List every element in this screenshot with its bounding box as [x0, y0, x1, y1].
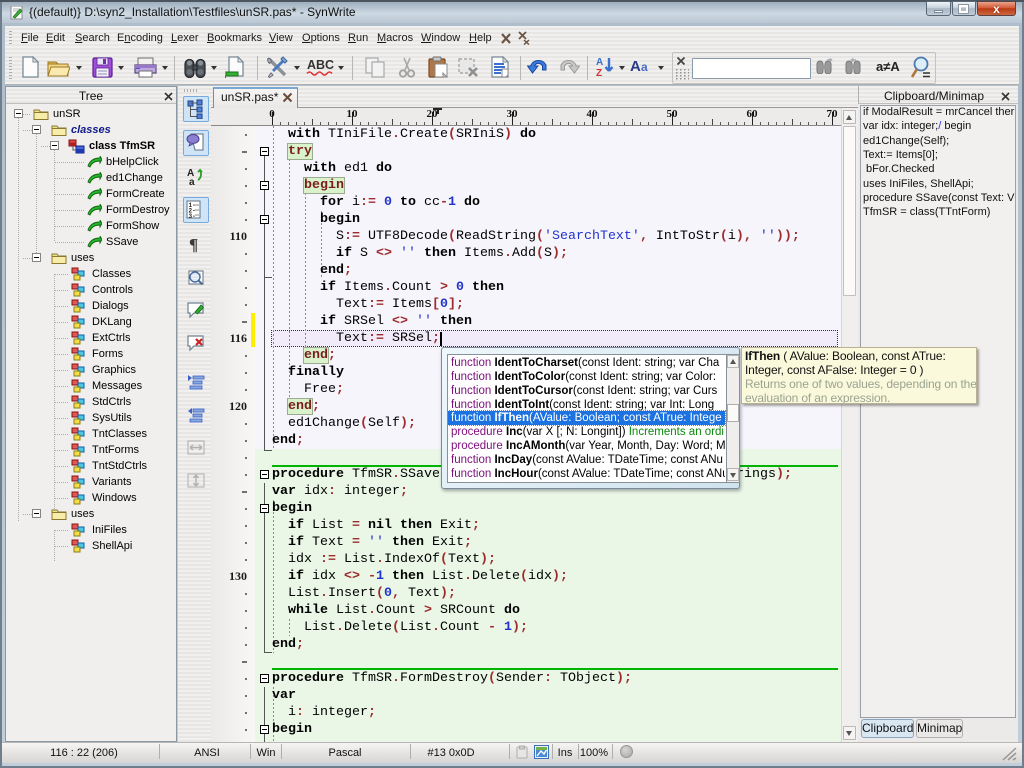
svg-text:¶: ¶: [189, 235, 198, 254]
svg-text:ABC: ABC: [307, 58, 334, 72]
svg-text:a: a: [641, 60, 648, 74]
svg-text:Z: Z: [596, 68, 602, 78]
svg-text:a: a: [189, 177, 195, 186]
svg-text:A: A: [596, 57, 603, 68]
svg-text:3-: 3-: [189, 213, 196, 220]
svg-text:A: A: [630, 58, 641, 75]
